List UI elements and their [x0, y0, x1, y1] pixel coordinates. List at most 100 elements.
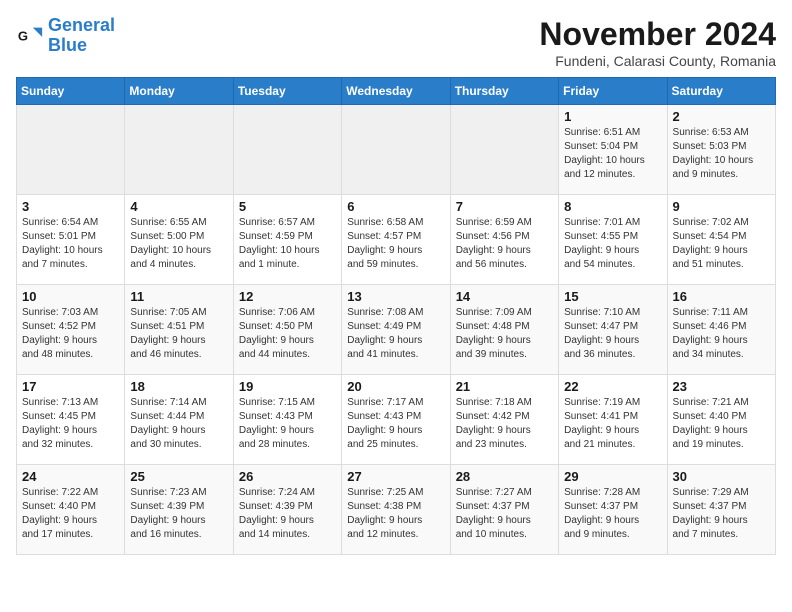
calendar-cell: 24 Sunrise: 7:22 AM Sunset: 4:40 PM Dayli…	[17, 465, 125, 555]
weekday-header-saturday: Saturday	[667, 78, 775, 105]
day-number: 5	[239, 199, 336, 214]
day-number: 28	[456, 469, 553, 484]
subtitle: Fundeni, Calarasi County, Romania	[539, 53, 776, 69]
day-info: Sunrise: 7:09 AM Sunset: 4:48 PM Dayligh…	[456, 306, 553, 362]
day-number: 20	[347, 379, 444, 394]
day-number: 30	[673, 469, 770, 484]
calendar-cell	[450, 105, 558, 195]
day-number: 21	[456, 379, 553, 394]
calendar-cell	[125, 105, 233, 195]
day-info: Sunrise: 7:22 AM Sunset: 4:40 PM Dayligh…	[22, 486, 119, 542]
day-info: Sunrise: 6:54 AM Sunset: 5:01 PM Dayligh…	[22, 216, 119, 272]
calendar-cell: 11Sunrise: 7:05 AM Sunset: 4:51 PM Dayli…	[125, 285, 233, 375]
calendar-cell: 30 Sunrise: 7:29 AM Sunset: 4:37 PM Dayli…	[667, 465, 775, 555]
calendar-cell: 5 Sunrise: 6:57 AM Sunset: 4:59 PM Daylig…	[233, 195, 341, 285]
logo: G General Blue	[16, 16, 115, 56]
day-number: 16	[673, 289, 770, 304]
day-number: 24	[22, 469, 119, 484]
calendar-cell	[233, 105, 341, 195]
calendar-cell: 19 Sunrise: 7:15 AM Sunset: 4:43 PM Dayli…	[233, 375, 341, 465]
calendar-week-1: 1 Sunrise: 6:51 AM Sunset: 5:04 PM Daylig…	[17, 105, 776, 195]
day-info: Sunrise: 7:08 AM Sunset: 4:49 PM Dayligh…	[347, 306, 444, 362]
day-info: Sunrise: 6:59 AM Sunset: 4:56 PM Dayligh…	[456, 216, 553, 272]
day-number: 19	[239, 379, 336, 394]
calendar-week-3: 10Sunrise: 7:03 AM Sunset: 4:52 PM Dayli…	[17, 285, 776, 375]
day-info: Sunrise: 6:55 AM Sunset: 5:00 PM Dayligh…	[130, 216, 227, 272]
calendar-cell: 17Sunrise: 7:13 AM Sunset: 4:45 PM Dayli…	[17, 375, 125, 465]
weekday-header-thursday: Thursday	[450, 78, 558, 105]
calendar-cell: 13 Sunrise: 7:08 AM Sunset: 4:49 PM Dayli…	[342, 285, 450, 375]
day-info: Sunrise: 7:18 AM Sunset: 4:42 PM Dayligh…	[456, 396, 553, 452]
calendar-cell: 4 Sunrise: 6:55 AM Sunset: 5:00 PM Daylig…	[125, 195, 233, 285]
day-info: Sunrise: 6:58 AM Sunset: 4:57 PM Dayligh…	[347, 216, 444, 272]
day-info: Sunrise: 7:11 AM Sunset: 4:46 PM Dayligh…	[673, 306, 770, 362]
calendar-cell: 21 Sunrise: 7:18 AM Sunset: 4:42 PM Dayli…	[450, 375, 558, 465]
day-info: Sunrise: 7:15 AM Sunset: 4:43 PM Dayligh…	[239, 396, 336, 452]
weekday-header-wednesday: Wednesday	[342, 78, 450, 105]
day-number: 4	[130, 199, 227, 214]
calendar-week-5: 24 Sunrise: 7:22 AM Sunset: 4:40 PM Dayli…	[17, 465, 776, 555]
day-number: 6	[347, 199, 444, 214]
calendar-cell: 7 Sunrise: 6:59 AM Sunset: 4:56 PM Daylig…	[450, 195, 558, 285]
weekday-header-friday: Friday	[559, 78, 667, 105]
weekday-header-row: SundayMondayTuesdayWednesdayThursdayFrid…	[17, 78, 776, 105]
month-title: November 2024	[539, 16, 776, 53]
weekday-header-sunday: Sunday	[17, 78, 125, 105]
calendar-cell: 9 Sunrise: 7:02 AM Sunset: 4:54 PM Daylig…	[667, 195, 775, 285]
calendar-cell: 12Sunrise: 7:06 AM Sunset: 4:50 PM Dayli…	[233, 285, 341, 375]
calendar-cell: 10Sunrise: 7:03 AM Sunset: 4:52 PM Dayli…	[17, 285, 125, 375]
day-number: 18	[130, 379, 227, 394]
calendar-cell: 22 Sunrise: 7:19 AM Sunset: 4:41 PM Dayli…	[559, 375, 667, 465]
calendar-cell: 27Sunrise: 7:25 AM Sunset: 4:38 PM Dayli…	[342, 465, 450, 555]
day-info: Sunrise: 7:23 AM Sunset: 4:39 PM Dayligh…	[130, 486, 227, 542]
calendar-body: 1 Sunrise: 6:51 AM Sunset: 5:04 PM Daylig…	[17, 105, 776, 555]
logo-icon: G	[16, 22, 44, 50]
day-number: 23	[673, 379, 770, 394]
day-number: 13	[347, 289, 444, 304]
title-area: November 2024 Fundeni, Calarasi County, …	[539, 16, 776, 69]
day-info: Sunrise: 7:27 AM Sunset: 4:37 PM Dayligh…	[456, 486, 553, 542]
day-info: Sunrise: 7:14 AM Sunset: 4:44 PM Dayligh…	[130, 396, 227, 452]
calendar-cell: 16 Sunrise: 7:11 AM Sunset: 4:46 PM Dayli…	[667, 285, 775, 375]
day-info: Sunrise: 7:02 AM Sunset: 4:54 PM Dayligh…	[673, 216, 770, 272]
calendar-cell: 6 Sunrise: 6:58 AM Sunset: 4:57 PM Daylig…	[342, 195, 450, 285]
calendar-cell: 26 Sunrise: 7:24 AM Sunset: 4:39 PM Dayli…	[233, 465, 341, 555]
day-number: 25	[130, 469, 227, 484]
day-info: Sunrise: 6:57 AM Sunset: 4:59 PM Dayligh…	[239, 216, 336, 272]
day-number: 2	[673, 109, 770, 124]
calendar-cell	[342, 105, 450, 195]
day-info: Sunrise: 6:53 AM Sunset: 5:03 PM Dayligh…	[673, 126, 770, 182]
day-number: 3	[22, 199, 119, 214]
calendar-cell: 1 Sunrise: 6:51 AM Sunset: 5:04 PM Daylig…	[559, 105, 667, 195]
day-info: Sunrise: 7:19 AM Sunset: 4:41 PM Dayligh…	[564, 396, 661, 452]
day-number: 17	[22, 379, 119, 394]
calendar-week-4: 17Sunrise: 7:13 AM Sunset: 4:45 PM Dayli…	[17, 375, 776, 465]
day-info: Sunrise: 7:21 AM Sunset: 4:40 PM Dayligh…	[673, 396, 770, 452]
day-info: Sunrise: 7:25 AM Sunset: 4:38 PM Dayligh…	[347, 486, 444, 542]
calendar-table: SundayMondayTuesdayWednesdayThursdayFrid…	[16, 77, 776, 555]
day-info: Sunrise: 7:01 AM Sunset: 4:55 PM Dayligh…	[564, 216, 661, 272]
day-number: 14	[456, 289, 553, 304]
calendar-cell: 23 Sunrise: 7:21 AM Sunset: 4:40 PM Dayli…	[667, 375, 775, 465]
calendar-cell: 18 Sunrise: 7:14 AM Sunset: 4:44 PM Dayli…	[125, 375, 233, 465]
day-number: 7	[456, 199, 553, 214]
calendar-cell: 29 Sunrise: 7:28 AM Sunset: 4:37 PM Dayli…	[559, 465, 667, 555]
calendar-cell: 2 Sunrise: 6:53 AM Sunset: 5:03 PM Daylig…	[667, 105, 775, 195]
day-number: 15	[564, 289, 661, 304]
day-number: 12	[239, 289, 336, 304]
day-number: 22	[564, 379, 661, 394]
calendar-cell: 28 Sunrise: 7:27 AM Sunset: 4:37 PM Dayli…	[450, 465, 558, 555]
header: G General Blue November 2024 Fundeni, Ca…	[16, 16, 776, 69]
day-info: Sunrise: 7:17 AM Sunset: 4:43 PM Dayligh…	[347, 396, 444, 452]
day-number: 1	[564, 109, 661, 124]
day-info: Sunrise: 7:29 AM Sunset: 4:37 PM Dayligh…	[673, 486, 770, 542]
calendar-cell: 3 Sunrise: 6:54 AM Sunset: 5:01 PM Daylig…	[17, 195, 125, 285]
day-info: Sunrise: 7:24 AM Sunset: 4:39 PM Dayligh…	[239, 486, 336, 542]
day-info: Sunrise: 7:28 AM Sunset: 4:37 PM Dayligh…	[564, 486, 661, 542]
day-number: 26	[239, 469, 336, 484]
calendar-cell: 8Sunrise: 7:01 AM Sunset: 4:55 PM Daylig…	[559, 195, 667, 285]
day-number: 9	[673, 199, 770, 214]
day-info: Sunrise: 6:51 AM Sunset: 5:04 PM Dayligh…	[564, 126, 661, 182]
calendar-cell: 25 Sunrise: 7:23 AM Sunset: 4:39 PM Dayli…	[125, 465, 233, 555]
day-number: 29	[564, 469, 661, 484]
